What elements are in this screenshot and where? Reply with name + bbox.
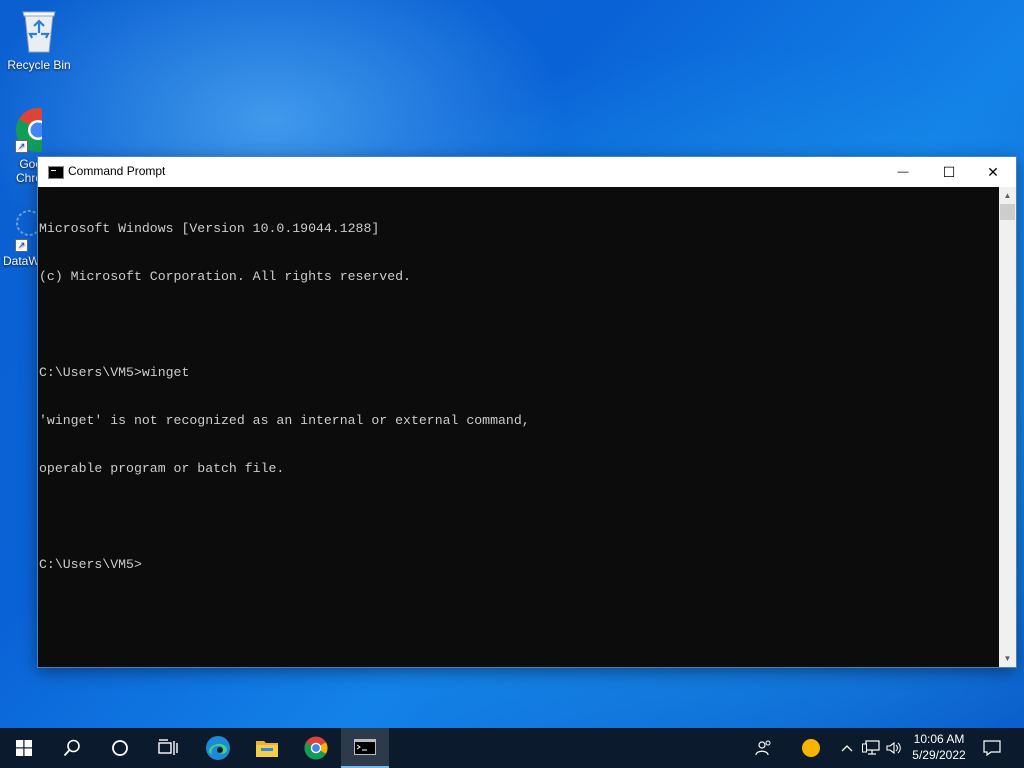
console-line: Microsoft Windows [Version 10.0.19044.12… bbox=[39, 221, 380, 236]
action-center-button[interactable] bbox=[978, 728, 1006, 768]
notification-icon bbox=[983, 740, 1001, 756]
start-button[interactable] bbox=[0, 728, 48, 768]
command-prompt-icon bbox=[48, 166, 64, 179]
network-icon bbox=[862, 740, 880, 755]
console-output[interactable]: Microsoft Windows [Version 10.0.19044.12… bbox=[38, 187, 999, 667]
scroll-down-icon[interactable]: ▼ bbox=[999, 650, 1016, 667]
clock[interactable]: 10:06 AM 5/29/2022 bbox=[902, 731, 976, 763]
desktop-icon-google-chrome[interactable]: ↗ Goo Chro bbox=[0, 107, 42, 185]
chrome-icon bbox=[304, 736, 328, 760]
clock-date: 5/29/2022 bbox=[912, 748, 966, 762]
console-prompt-line[interactable]: C:\Users\VM5> bbox=[39, 557, 999, 573]
title-bar[interactable]: Command Prompt — ☐ ✕ bbox=[38, 157, 1016, 187]
desktop-icon-datawrapper[interactable]: ↗ DataW bbox=[0, 208, 38, 268]
scroll-up-icon[interactable]: ▲ bbox=[999, 187, 1016, 204]
datawrapper-icon bbox=[16, 210, 38, 236]
shortcut-arrow-icon: ↗ bbox=[15, 239, 28, 252]
weather-button[interactable] bbox=[798, 728, 824, 768]
speaker-icon bbox=[886, 741, 901, 755]
chrome-label: Goo Chro bbox=[15, 157, 42, 185]
task-view-icon bbox=[158, 739, 178, 755]
search-button[interactable] bbox=[48, 728, 96, 768]
datawrapper-label: DataW bbox=[3, 254, 38, 268]
shortcut-arrow-icon: ↗ bbox=[15, 140, 28, 153]
console-line: (c) Microsoft Corporation. All rights re… bbox=[39, 269, 411, 284]
console-line: operable program or batch file. bbox=[39, 461, 285, 476]
vertical-scrollbar[interactable]: ▲ ▼ bbox=[999, 187, 1016, 667]
sun-icon bbox=[802, 739, 820, 757]
taskbar: 10:06 AM 5/29/2022 bbox=[0, 728, 1024, 768]
command-prompt-icon bbox=[354, 739, 376, 755]
cortana-icon bbox=[112, 740, 128, 756]
maximize-button[interactable]: ☐ bbox=[926, 157, 972, 187]
task-view-button[interactable] bbox=[144, 728, 192, 768]
window-title: Command Prompt bbox=[68, 164, 166, 178]
people-button[interactable] bbox=[750, 728, 778, 768]
cortana-button[interactable] bbox=[96, 728, 144, 768]
console-line: C:\Users\VM5>winget bbox=[39, 365, 190, 380]
close-button[interactable]: ✕ bbox=[970, 157, 1016, 187]
chrome-taskbar-button[interactable] bbox=[292, 728, 340, 768]
recycle-bin-icon bbox=[22, 11, 56, 53]
file-explorer-button[interactable] bbox=[243, 728, 291, 768]
chevron-up-icon bbox=[841, 745, 853, 752]
command-prompt-window[interactable]: Command Prompt — ☐ ✕ Microsoft Windows [… bbox=[38, 157, 1016, 667]
edge-button[interactable] bbox=[194, 728, 242, 768]
people-icon bbox=[755, 740, 771, 756]
search-icon bbox=[63, 739, 80, 757]
console-line: 'winget' is not recognized as an interna… bbox=[39, 413, 530, 428]
scroll-thumb[interactable] bbox=[1000, 204, 1015, 220]
minimize-button[interactable]: — bbox=[880, 157, 926, 187]
desktop-icon-recycle-bin[interactable]: Recycle Bin bbox=[1, 8, 77, 72]
file-explorer-icon bbox=[256, 741, 278, 757]
show-hidden-icons-button[interactable] bbox=[838, 728, 856, 768]
volume-button[interactable] bbox=[884, 728, 904, 768]
recycle-bin-label: Recycle Bin bbox=[7, 58, 71, 72]
clock-time: 10:06 AM bbox=[913, 732, 965, 746]
edge-icon bbox=[206, 736, 230, 760]
network-button[interactable] bbox=[860, 728, 882, 768]
command-prompt-taskbar-button[interactable] bbox=[341, 728, 389, 768]
start-icon bbox=[16, 740, 32, 756]
